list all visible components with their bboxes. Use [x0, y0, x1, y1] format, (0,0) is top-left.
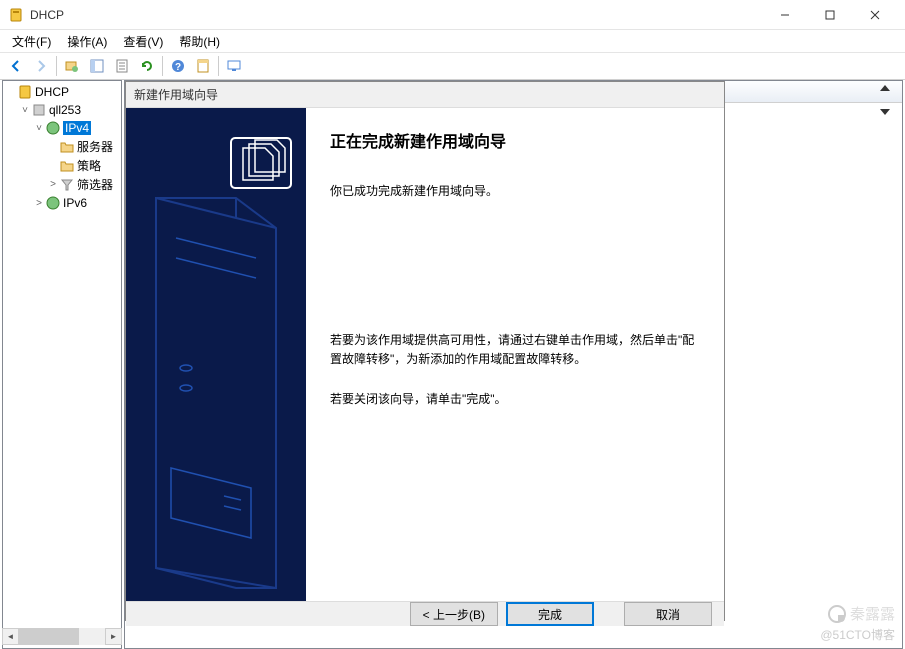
scroll-right-button[interactable]: ►	[105, 628, 122, 645]
tree-label: IPv4	[63, 121, 91, 135]
menu-file[interactable]: 文件(F)	[4, 31, 59, 52]
filter-icon	[59, 177, 75, 193]
tree-panel: DHCP ˅ qll253 ˅ IPv4 服务器 策略 ˃ 筛选器 ˃	[2, 80, 122, 649]
window-title: DHCP	[30, 8, 762, 22]
server-icon	[31, 102, 47, 118]
expander-icon[interactable]: ˅	[19, 105, 31, 116]
wizard-close-text: 若要关闭该向导，请单击"完成"。	[330, 390, 700, 409]
dhcp-icon	[17, 84, 33, 100]
watermark-name-line: 秦露露	[820, 603, 895, 624]
scroll-left-button[interactable]: ◄	[2, 628, 19, 645]
folder-icon	[59, 139, 75, 155]
menu-bar: 文件(F) 操作(A) 查看(V) 帮助(H)	[0, 30, 905, 52]
toolbar-separator	[162, 56, 163, 76]
watermark-name: 秦露露	[850, 603, 895, 624]
monitor-button[interactable]	[222, 54, 246, 78]
expander-icon[interactable]: ˃	[47, 179, 59, 190]
main-area: DHCP ˅ qll253 ˅ IPv4 服务器 策略 ˃ 筛选器 ˃	[0, 80, 905, 649]
properties-button[interactable]	[191, 54, 215, 78]
ipv4-icon	[45, 120, 61, 136]
title-bar: DHCP	[0, 0, 905, 30]
close-button[interactable]	[852, 0, 897, 30]
tree-h-scrollbar[interactable]: ◄ ►	[2, 628, 122, 645]
spacer	[330, 221, 700, 331]
wizard-content: 正在完成新建作用域向导 你已成功完成新建作用域向导。 若要为该作用域提供高可用性…	[306, 108, 724, 601]
finish-button[interactable]: 完成	[506, 602, 594, 626]
tree-server[interactable]: ˅ qll253	[5, 101, 119, 119]
wizard-ha-text: 若要为该作用域提供高可用性，请通过右键单击作用域，然后单击"配置故障转移"，为新…	[330, 331, 700, 369]
menu-view[interactable]: 查看(V)	[115, 31, 171, 52]
scroll-thumb[interactable]	[19, 628, 79, 645]
scroll-track[interactable]	[19, 628, 105, 645]
menu-action[interactable]: 操作(A)	[59, 31, 115, 52]
tree-ipv4[interactable]: ˅ IPv4	[5, 119, 119, 137]
maximize-button[interactable]	[807, 0, 852, 30]
sort-up-icon[interactable]	[880, 85, 890, 91]
export-button[interactable]	[110, 54, 134, 78]
toolbar: ?	[0, 52, 905, 80]
tree-label: DHCP	[35, 85, 69, 99]
add-button[interactable]	[60, 54, 84, 78]
tree-root-dhcp[interactable]: DHCP	[5, 83, 119, 101]
svg-text:?: ?	[175, 62, 181, 73]
cancel-button[interactable]: 取消	[624, 602, 712, 626]
forward-button[interactable]	[29, 54, 53, 78]
tree-ipv6[interactable]: ˃ IPv6	[5, 194, 119, 212]
wizard-title: 新建作用域向导	[126, 82, 724, 107]
window-controls	[762, 0, 897, 30]
expander-icon[interactable]: ˃	[33, 198, 45, 209]
tree-label: 筛选器	[77, 176, 113, 193]
folder-icon	[59, 158, 75, 174]
content-panel: 新建作用域向导	[124, 80, 903, 649]
tree-label: qll253	[49, 103, 81, 117]
watermark-site: @51CTO博客	[820, 626, 895, 643]
back-button[interactable]: < 上一步(B)	[410, 602, 498, 626]
tree-label: 策略	[77, 157, 101, 174]
help-button[interactable]: ?	[166, 54, 190, 78]
tree-label: IPv6	[63, 196, 87, 210]
toolbar-separator	[218, 56, 219, 76]
wizard-heading: 正在完成新建作用域向导	[330, 128, 700, 152]
wizard-footer: < 上一步(B) 完成 取消	[126, 602, 724, 626]
wechat-icon	[828, 605, 846, 623]
tree-filters[interactable]: ˃ 筛选器	[5, 175, 119, 194]
ipv6-icon	[45, 195, 61, 211]
wizard-body: 正在完成新建作用域向导 你已成功完成新建作用域向导。 若要为该作用域提供高可用性…	[126, 107, 724, 602]
sort-down-icon[interactable]	[880, 109, 890, 115]
tree-server-options[interactable]: 服务器	[5, 137, 119, 156]
wizard-sidebar	[126, 108, 306, 601]
menu-help[interactable]: 帮助(H)	[171, 31, 228, 52]
refresh-button[interactable]	[135, 54, 159, 78]
watermark: 秦露露 @51CTO博客	[820, 603, 895, 643]
toolbar-separator	[56, 56, 57, 76]
wizard-success-text: 你已成功完成新建作用域向导。	[330, 182, 700, 201]
new-scope-wizard: 新建作用域向导	[125, 81, 725, 621]
minimize-button[interactable]	[762, 0, 807, 30]
show-hide-button[interactable]	[85, 54, 109, 78]
app-icon	[8, 7, 24, 23]
tree-policies[interactable]: 策略	[5, 156, 119, 175]
back-button[interactable]	[4, 54, 28, 78]
expander-icon[interactable]: ˅	[33, 123, 45, 134]
tree-label: 服务器	[77, 138, 113, 155]
